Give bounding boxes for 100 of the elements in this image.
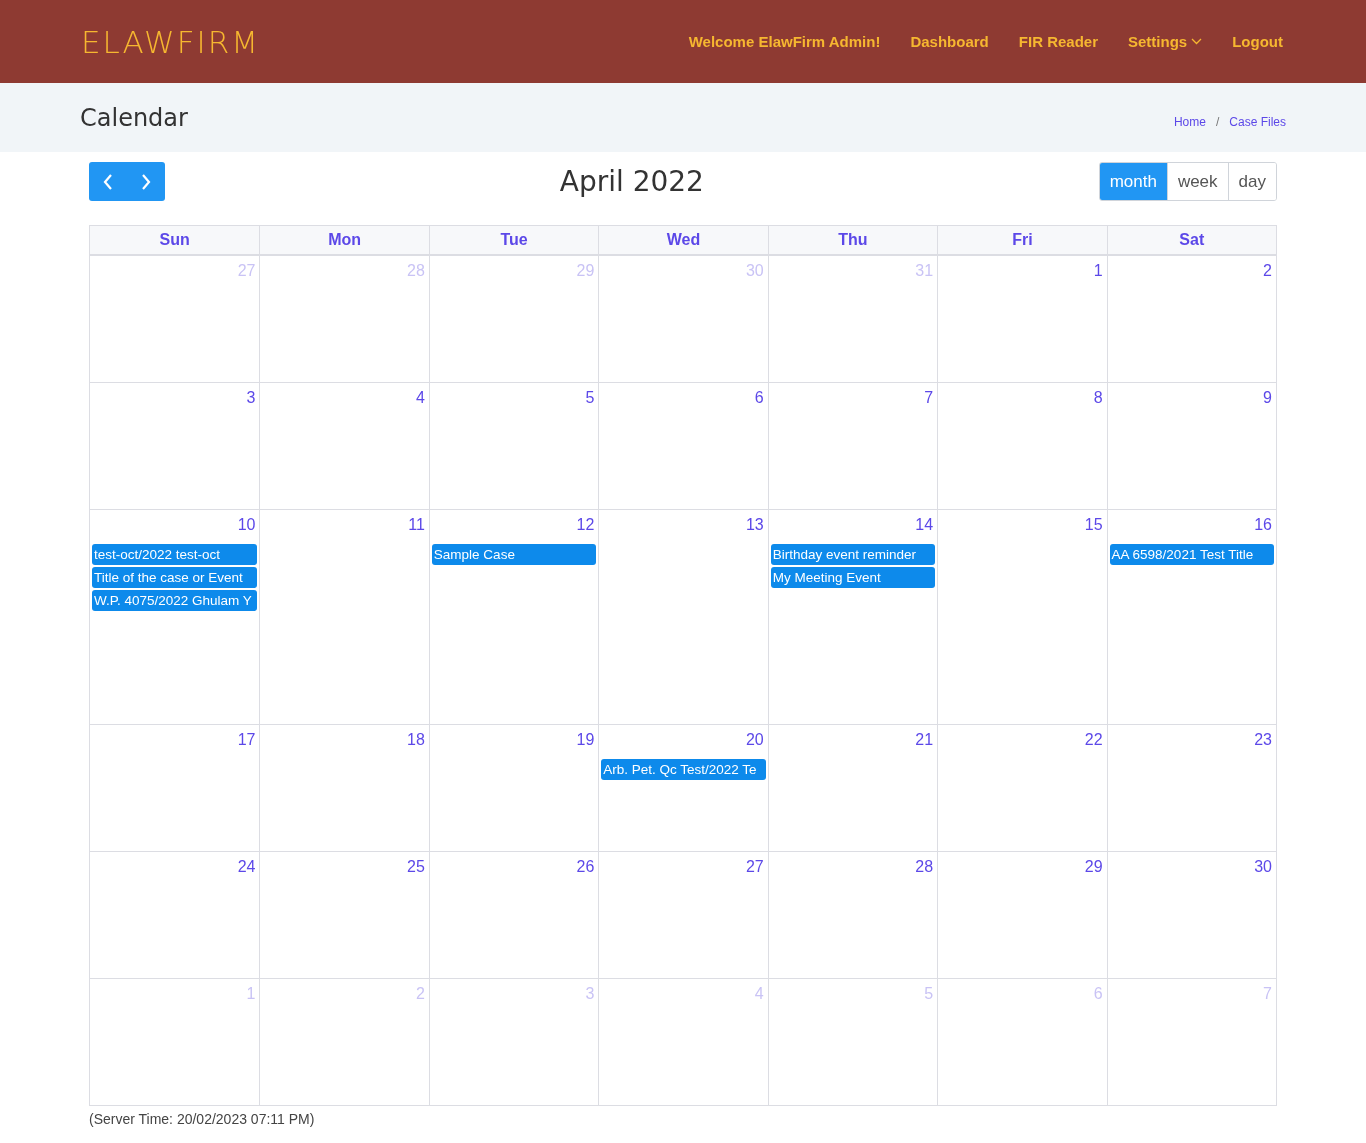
day-cell[interactable]: 7 (767, 382, 938, 509)
day-number: 12 (576, 516, 596, 534)
day-number: 29 (1084, 858, 1104, 876)
calendar-event[interactable]: Sample Case (431, 544, 597, 565)
day-cell[interactable]: 27 (598, 851, 768, 978)
day-cell[interactable]: 3 (90, 382, 260, 509)
breadcrumb-link[interactable]: Home (1173, 114, 1206, 129)
nav-link[interactable]: Welcome ElawFirm Admin! (688, 33, 881, 50)
day-cell[interactable]: 19 (428, 724, 599, 851)
weekday-header: Sat (1106, 226, 1276, 255)
day-number: 20 (745, 731, 765, 749)
day-number: 9 (1263, 389, 1273, 407)
day-cell[interactable]: 18 (259, 724, 429, 851)
day-number: 30 (1254, 858, 1273, 876)
weekday-header: Sun (90, 226, 260, 255)
chevron-right-icon (140, 172, 152, 191)
day-cell[interactable]: 16 AA 6598/2021 Test Title (1106, 509, 1276, 724)
day-cell[interactable]: 11 (259, 509, 429, 724)
day-number: 15 (1084, 516, 1104, 534)
weekday-header: Thu (767, 226, 938, 255)
chevron-left-icon (102, 172, 114, 191)
day-cell[interactable]: 5 (428, 382, 599, 509)
day-number: 25 (407, 858, 426, 876)
day-number: 4 (415, 389, 426, 407)
chevron-down-icon (1191, 38, 1203, 45)
day-cell[interactable]: 1 (937, 255, 1107, 382)
day-cell[interactable]: 28 (767, 851, 938, 978)
weekday-header: Wed (598, 226, 768, 255)
calendar-event[interactable]: test-oct/2022 test-oct (92, 544, 258, 565)
day-cell[interactable]: 25 (259, 851, 429, 978)
day-cell[interactable]: 20 Arb. Pet. Qc Test/2022 Te (598, 724, 768, 851)
day-number: 2 (1263, 262, 1273, 280)
day-cell[interactable]: 29 (937, 851, 1107, 978)
day-cell[interactable]: 8 (937, 382, 1107, 509)
day-number: 2 (415, 985, 426, 1003)
next-button[interactable] (127, 162, 165, 201)
day-number: 13 (745, 516, 765, 534)
view-tab[interactable]: day (1227, 163, 1276, 200)
calendar-event[interactable]: Title of the case or Event (92, 567, 258, 588)
day-number: 3 (246, 389, 257, 407)
day-cell[interactable]: 21 (767, 724, 938, 851)
weekday-header: Fri (937, 226, 1107, 255)
day-number: 3 (585, 985, 596, 1003)
day-number: 17 (237, 731, 257, 749)
nav-link[interactable]: Logout (1232, 33, 1283, 50)
day-number: 26 (576, 858, 596, 876)
day-number: 14 (915, 516, 935, 534)
day-cell[interactable]: 10 test-oct/2022 test-oct Title of the case or Event W.P. 4075/2022 Ghulam Y (90, 509, 260, 724)
day-number: 7 (1263, 985, 1273, 1003)
page-title: Calendar (80, 103, 188, 132)
day-cell[interactable]: 30 (1106, 851, 1276, 978)
calendar-title: April 2022 (559, 165, 704, 198)
day-cell[interactable]: 2 (1106, 255, 1276, 382)
day-cell[interactable]: 12 Sample Case (428, 509, 599, 724)
weekday-header: Tue (428, 226, 599, 255)
day-number: 30 (745, 262, 765, 280)
view-tab[interactable]: month (1099, 163, 1167, 200)
breadcrumb-separator: / (1215, 114, 1220, 129)
day-cell[interactable]: 13 (598, 509, 768, 724)
day-number: 18 (407, 731, 426, 749)
day-number: 5 (585, 389, 596, 407)
brand-logo[interactable]: ELAWFIRM (81, 23, 260, 60)
server-time: (Server Time: 20/02/2023 07:11 PM) (89, 1110, 316, 1127)
nav-link[interactable]: Settings (1128, 33, 1203, 50)
day-number: 8 (1093, 389, 1104, 407)
day-cell[interactable]: 14 Birthday event reminder My Meeting Event (767, 509, 938, 724)
day-cell[interactable]: 23 (1106, 724, 1276, 851)
breadcrumb-link[interactable]: Case Files (1229, 114, 1286, 129)
day-number: 28 (915, 858, 935, 876)
calendar-event[interactable]: My Meeting Event (770, 567, 936, 588)
day-number: 5 (924, 985, 935, 1003)
day-cell[interactable]: 17 (90, 724, 260, 851)
day-number: 24 (237, 858, 257, 876)
day-cell[interactable]: 6 (598, 382, 768, 509)
day-number: 7 (924, 389, 935, 407)
day-number: 27 (237, 262, 257, 280)
day-number: 4 (754, 985, 765, 1003)
nav-link[interactable]: Dashboard (910, 33, 989, 50)
day-cell[interactable]: 4 (259, 382, 429, 509)
day-number: 27 (745, 858, 765, 876)
day-number: 6 (1093, 985, 1104, 1003)
day-number: 29 (576, 262, 596, 280)
day-cell[interactable]: 22 (937, 724, 1107, 851)
day-cell[interactable]: 24 (90, 851, 260, 978)
calendar-event[interactable]: W.P. 4075/2022 Ghulam Y (92, 590, 258, 611)
day-number: 1 (1093, 262, 1104, 280)
day-cell[interactable]: 26 (428, 851, 599, 978)
day-number: 19 (576, 731, 596, 749)
calendar-event[interactable]: Arb. Pet. Qc Test/2022 Te (601, 759, 766, 780)
weekday-header: Mon (259, 226, 429, 255)
day-number: 10 (237, 516, 257, 534)
day-cell[interactable]: 9 (1106, 382, 1276, 509)
nav-link[interactable]: FIR Reader (1018, 33, 1098, 50)
previous-button[interactable] (89, 162, 127, 201)
day-number: 31 (915, 262, 935, 280)
day-number: 1 (246, 985, 257, 1003)
day-cell[interactable]: 15 (937, 509, 1107, 724)
calendar-event[interactable]: Birthday event reminder (770, 544, 936, 565)
day-number: 6 (754, 389, 765, 407)
calendar-event[interactable]: AA 6598/2021 Test Title (1109, 544, 1274, 565)
